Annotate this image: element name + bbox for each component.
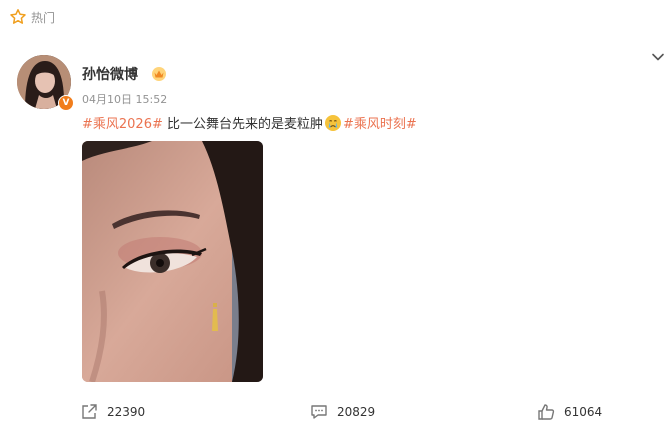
post-text: #乘风2026# 比一公舞台先来的是麦粒肿 #乘风时刻#: [82, 113, 417, 132]
forward-icon: [82, 404, 97, 419]
vip-badge-icon[interactable]: [151, 66, 167, 82]
forward-button[interactable]: 22390: [80, 403, 145, 421]
like-count: 61064: [564, 405, 603, 419]
comment-count: 20829: [337, 405, 376, 419]
hashtag-link[interactable]: #乘风2026#: [82, 117, 163, 132]
post-image[interactable]: [82, 141, 263, 382]
comment-button[interactable]: 20829: [310, 403, 375, 421]
verified-badge: V: [58, 95, 74, 111]
chevron-down-icon[interactable]: [651, 50, 665, 64]
hot-header: 热门: [9, 8, 55, 26]
post-timestamp[interactable]: 04月10日 15:52: [82, 91, 167, 107]
post-body-text: 比一公舞台先来的是麦粒肿: [162, 117, 324, 132]
author-name[interactable]: 孙怡微博: [82, 64, 138, 84]
action-bar: 22390 20829 61064: [0, 403, 669, 427]
forward-count: 22390: [107, 405, 146, 419]
star-icon: [10, 9, 26, 24]
comment-icon: [311, 405, 327, 419]
hot-label: 热门: [31, 10, 56, 25]
like-button[interactable]: 61064: [537, 403, 602, 421]
crying-face-emoji: [325, 115, 342, 131]
thumbs-up-icon: [538, 404, 555, 420]
hashtag-link[interactable]: #乘风时刻#: [343, 117, 417, 132]
